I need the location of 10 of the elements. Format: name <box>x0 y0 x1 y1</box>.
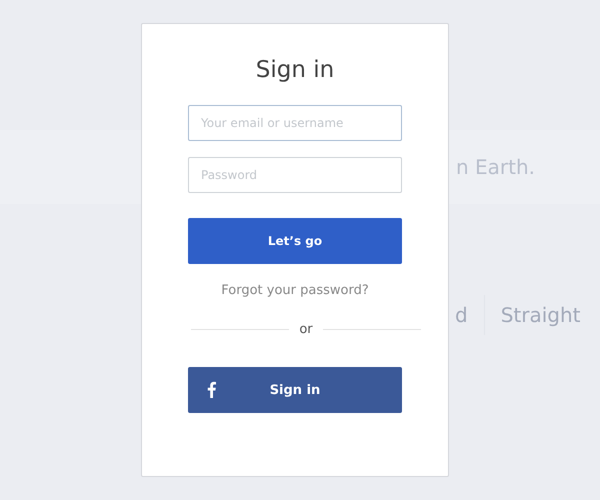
option-label: d <box>455 303 468 327</box>
or-text: or <box>299 322 313 337</box>
submit-button[interactable]: Let’s go <box>188 218 402 264</box>
card-title: Sign in <box>256 56 334 85</box>
facebook-sign-in-button[interactable]: Sign in <box>188 367 402 413</box>
forgot-password-link[interactable]: Forgot your password? <box>221 283 369 298</box>
input-field[interactable]: Password <box>188 157 402 193</box>
option-label: Straight <box>500 303 580 327</box>
facebook-icon <box>206 381 217 398</box>
input-field[interactable]: Your email or username <box>188 105 402 141</box>
